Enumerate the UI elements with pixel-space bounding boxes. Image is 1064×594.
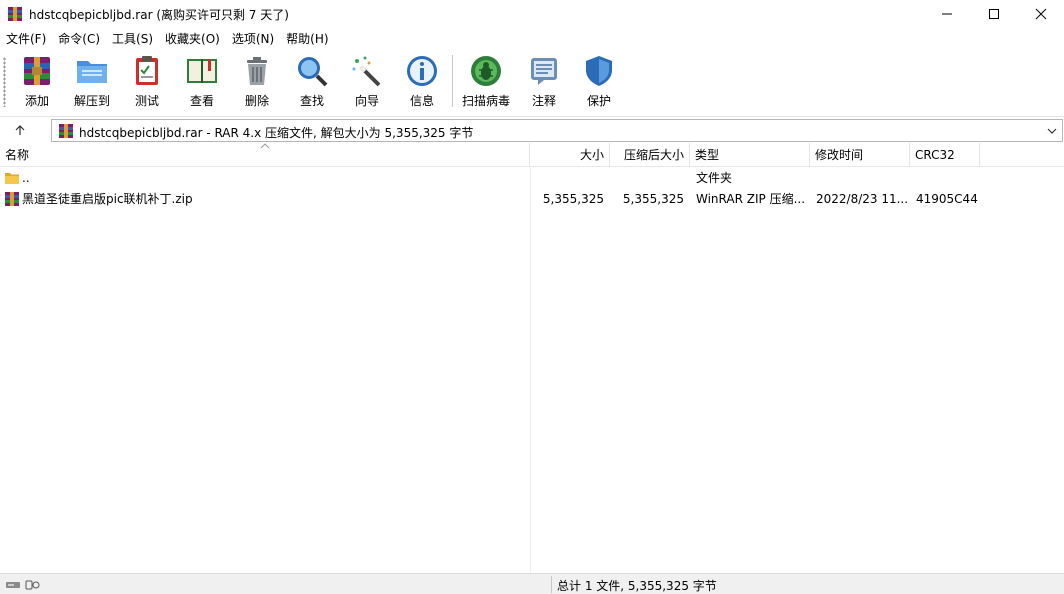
virus-scan-button[interactable]: 扫描病毒 <box>459 53 513 111</box>
arrow-up-icon <box>15 125 25 135</box>
window-title: hdstcqbepicbljbd.rar (离购买许可只剩 7 天了) <box>29 8 289 22</box>
extract-to-button[interactable]: 解压到 <box>65 53 119 111</box>
test-button[interactable]: 测试 <box>120 53 174 111</box>
shield-icon <box>586 56 612 86</box>
parent-folder-icon <box>5 173 19 184</box>
address-text: hdstcqbepicbljbd.rar - RAR 4.x 压缩文件, 解包大… <box>79 126 474 140</box>
maximize-icon <box>989 9 999 19</box>
item-size: 5,355,325 <box>542 192 604 206</box>
add-label: 添加 <box>24 94 49 108</box>
wizard-wand-icon <box>352 56 381 87</box>
minimize-icon <box>942 13 952 15</box>
list-item[interactable]: 黑道圣徒重启版pic联机补丁.zip 5,355,325 5,355,325 W… <box>0 188 1064 210</box>
item-packed-size: 5,355,325 <box>622 192 684 206</box>
add-button[interactable]: 添加 <box>10 53 64 111</box>
item-type: 文件夹 <box>696 171 733 185</box>
menu-bar: 文件(F) 命令(C) 工具(S) 收藏夹(O) 选项(N) 帮助(H) <box>0 28 1064 49</box>
up-folder-button[interactable] <box>10 121 30 139</box>
toolbar-grip[interactable] <box>3 57 6 107</box>
extract-to-label: 解压到 <box>73 94 110 108</box>
find-label: 查找 <box>299 94 324 108</box>
column-type[interactable]: 类型 <box>690 143 810 167</box>
rar-archive-icon <box>59 124 73 138</box>
minimize-button[interactable] <box>924 0 970 28</box>
column-modified[interactable]: 修改时间 <box>810 143 910 167</box>
maximize-button[interactable] <box>971 0 1017 28</box>
delete-button[interactable]: 删除 <box>230 53 284 111</box>
test-label: 测试 <box>134 94 159 108</box>
menu-help[interactable]: 帮助(H) <box>286 30 328 47</box>
magnifier-icon <box>298 57 328 87</box>
name-column-area <box>0 167 530 573</box>
protect-button[interactable]: 保护 <box>572 53 626 111</box>
info-label: 信息 <box>409 94 434 108</box>
view-label: 查看 <box>189 94 214 108</box>
item-crc32: 41905C44 <box>916 192 978 206</box>
comment-button[interactable]: 注释 <box>517 53 571 111</box>
trash-icon <box>247 57 267 85</box>
address-bar: hdstcqbepicbljbd.rar - RAR 4.x 压缩文件, 解包大… <box>0 116 1064 143</box>
toolbar: 添加 解压到 测试 查看 删除 查找 向导 信息 扫描病毒 注释 保护 <box>0 49 1064 115</box>
add-archive-icon <box>24 57 50 85</box>
column-divider <box>530 167 531 573</box>
item-name: .. <box>22 171 30 185</box>
status-separator <box>551 576 552 593</box>
chevron-down-icon[interactable] <box>1046 125 1058 137</box>
status-bar: 总计 1 文件, 5,355,325 字节 <box>0 573 1064 594</box>
menu-tools[interactable]: 工具(S) <box>112 30 153 47</box>
zip-archive-icon <box>5 192 19 206</box>
item-modified: 2022/8/23 11... <box>816 192 908 206</box>
delete-label: 删除 <box>244 94 269 108</box>
toolbar-separator <box>452 55 453 107</box>
sort-ascending-icon <box>260 143 270 149</box>
protect-label: 保护 <box>586 94 611 108</box>
wizard-label: 向导 <box>354 94 379 108</box>
virus-scan-label: 扫描病毒 <box>461 94 510 108</box>
virus-scan-icon <box>471 56 501 86</box>
status-summary: 总计 1 文件, 5,355,325 字节 <box>557 579 717 593</box>
menu-file[interactable]: 文件(F) <box>6 30 46 47</box>
column-crc32[interactable]: CRC32 <box>910 143 980 167</box>
wizard-button[interactable]: 向导 <box>340 53 394 111</box>
test-clipboard-icon <box>136 56 158 85</box>
list-header: 名称 大小 压缩后大小 类型 修改时间 CRC32 <box>0 143 1064 167</box>
info-icon <box>407 56 437 86</box>
file-list: 名称 大小 压缩后大小 类型 修改时间 CRC32 .. 文件夹 黑道圣徒重启版… <box>0 143 1064 573</box>
list-item[interactable]: .. 文件夹 <box>0 167 1064 189</box>
drive-status-icon <box>6 580 40 590</box>
menu-commands[interactable]: 命令(C) <box>58 30 100 47</box>
close-icon <box>1035 8 1047 20</box>
column-packed-size[interactable]: 压缩后大小 <box>610 143 690 167</box>
menu-options[interactable]: 选项(N) <box>232 30 274 47</box>
info-button[interactable]: 信息 <box>395 53 449 111</box>
comment-icon <box>531 58 557 85</box>
view-book-icon <box>187 59 217 83</box>
view-button[interactable]: 查看 <box>175 53 229 111</box>
close-button[interactable] <box>1018 0 1064 28</box>
title-bar: hdstcqbepicbljbd.rar (离购买许可只剩 7 天了) <box>0 0 1064 28</box>
item-type: WinRAR ZIP 压缩... <box>696 192 806 206</box>
comment-label: 注释 <box>531 94 556 108</box>
find-button[interactable]: 查找 <box>285 53 339 111</box>
winrar-app-icon <box>8 7 22 21</box>
menu-favorites[interactable]: 收藏夹(O) <box>165 30 220 47</box>
column-size[interactable]: 大小 <box>530 143 610 167</box>
item-name: 黑道圣徒重启版pic联机补丁.zip <box>22 192 193 206</box>
extract-folder-icon <box>77 61 107 83</box>
address-field[interactable]: hdstcqbepicbljbd.rar - RAR 4.x 压缩文件, 解包大… <box>51 119 1063 142</box>
